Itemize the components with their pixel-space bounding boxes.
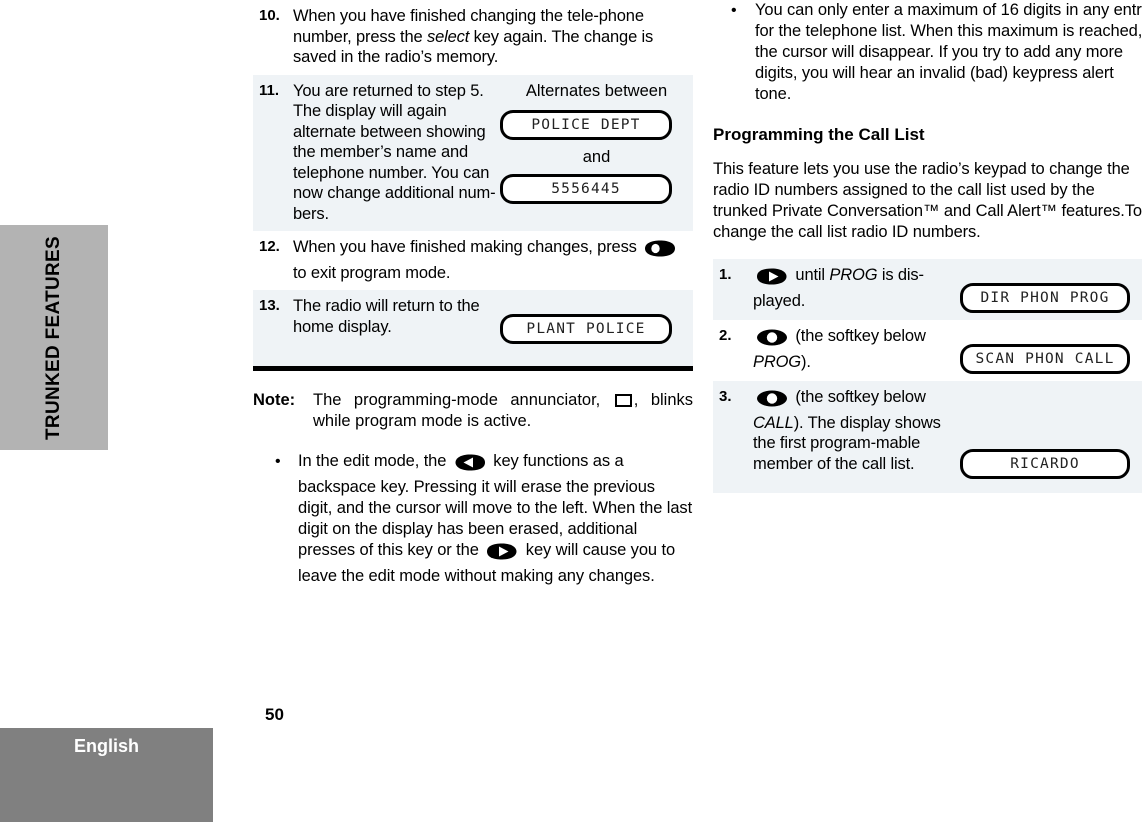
- step-number: 2.: [719, 327, 732, 344]
- document-page: TRUNKED FEATURES English 50 10. When you…: [0, 0, 1142, 822]
- step-text: until PROG is dis-played.: [753, 265, 958, 311]
- note-text: The programming-mode annunciator, , blin…: [313, 390, 693, 432]
- radio-display: 5556445: [500, 173, 672, 204]
- and-caption: and: [582, 148, 611, 166]
- step-text-emphasis: PROG: [753, 352, 801, 371]
- step-text: When you have finished making changes, p…: [293, 237, 693, 283]
- softkey-icon: [756, 390, 788, 413]
- step-number: 3.: [719, 388, 732, 405]
- note-text-part: The programming-mode annunciator,: [313, 391, 613, 409]
- annunciator-icon: [614, 394, 632, 407]
- section-body-paragraph: This feature lets you use the radio’s ke…: [713, 160, 1142, 241]
- step-number: 1.: [719, 266, 732, 283]
- left-content-column: 10. When you have finished changing the …: [253, 0, 693, 587]
- chapter-thumb-tab: TRUNKED FEATURES: [0, 225, 108, 450]
- step-row: 12. When you have finished making change…: [253, 231, 693, 290]
- step-text-part: to exit program mode.: [293, 263, 451, 282]
- bullet-item: • In the edit mode, the key functions as…: [253, 451, 693, 587]
- footer-language-bar: English: [0, 728, 213, 822]
- step-illustration: RICARDO: [958, 387, 1142, 479]
- step-text-emphasis: select: [426, 27, 470, 46]
- step-text: (the softkey below CALL). The display sh…: [753, 387, 958, 474]
- step-text: (the softkey below PROG).: [753, 326, 958, 372]
- step-text-part: When you have finished making changes, p…: [293, 238, 642, 256]
- bullet-marker: •: [731, 2, 737, 19]
- chapter-thumb-tab-label: TRUNKED FEATURES: [43, 235, 64, 440]
- radio-display: SCAN PHON CALL: [960, 344, 1130, 374]
- page-number: 50: [265, 705, 284, 724]
- radio-display: POLICE DEPT: [500, 110, 672, 140]
- section-divider-rule: [253, 366, 693, 371]
- step-number: 12.: [259, 238, 280, 255]
- softkey-icon: [756, 329, 788, 352]
- bullet-item: • You can only enter a maximum of 16 dig…: [713, 0, 1142, 105]
- step-number: 13.: [259, 297, 280, 314]
- step-number: 10.: [259, 7, 280, 24]
- step-text: When you have finished changing the tele…: [293, 6, 693, 68]
- step-text: The radio will return to the home displa…: [293, 297, 480, 336]
- step-text-emphasis: CALL: [753, 413, 794, 432]
- step-text-part: until: [791, 266, 830, 284]
- note-label: Note:: [253, 391, 296, 409]
- section-heading: Programming the Call List: [713, 125, 925, 144]
- step-illustration: DIR PHON PROG: [958, 265, 1142, 313]
- step-text-part: ).: [801, 352, 811, 371]
- step-text-part: (the softkey below: [791, 327, 926, 345]
- bullet-text-part: In the edit mode, the: [298, 452, 451, 470]
- step-row: 1. until PROG is dis-played. DIR PHON PR…: [713, 259, 1142, 320]
- step-illustration: SCAN PHON CALL: [958, 326, 1142, 374]
- radio-display: PLANT POLICE: [500, 314, 672, 344]
- step-row: 11. You are returned to step 5. The disp…: [253, 74, 693, 231]
- step-number: 11.: [259, 81, 280, 99]
- right-content-column: • You can only enter a maximum of 16 dig…: [713, 0, 1142, 493]
- bullet-text: In the edit mode, the key functions as a…: [298, 451, 693, 587]
- step-row: 2. (the softkey below PROG). SCAN PHON C…: [713, 320, 1142, 381]
- bullet-text: You can only enter a maximum of 16 digit…: [755, 1, 1142, 103]
- note-block: Note: The programming-mode annunciator, …: [253, 390, 693, 432]
- step-illustration: PLANT POLICE: [498, 296, 693, 344]
- footer-language-label: English: [73, 736, 139, 756]
- home-key-icon: [644, 240, 676, 263]
- bullet-marker: •: [275, 453, 281, 470]
- step-text: You are returned to step 5. The display …: [293, 81, 496, 223]
- step-row: 3. (the softkey below CALL). The display…: [713, 381, 1142, 493]
- radio-display: RICARDO: [960, 449, 1130, 479]
- right-arrow-key-icon: [756, 268, 788, 291]
- radio-display: DIR PHON PROG: [960, 283, 1130, 313]
- step-text-part: (the softkey below: [791, 388, 926, 406]
- step-illustration: Alternates between POLICE DEPT and 55564…: [498, 81, 693, 204]
- left-arrow-key-icon: [454, 454, 486, 477]
- alternates-caption: Alternates between: [525, 81, 668, 100]
- right-arrow-key-icon: [486, 543, 518, 566]
- step-row: 13. The radio will return to the home di…: [253, 290, 693, 366]
- step-text-emphasis: PROG: [829, 266, 878, 284]
- step-row: 10. When you have finished changing the …: [253, 0, 693, 75]
